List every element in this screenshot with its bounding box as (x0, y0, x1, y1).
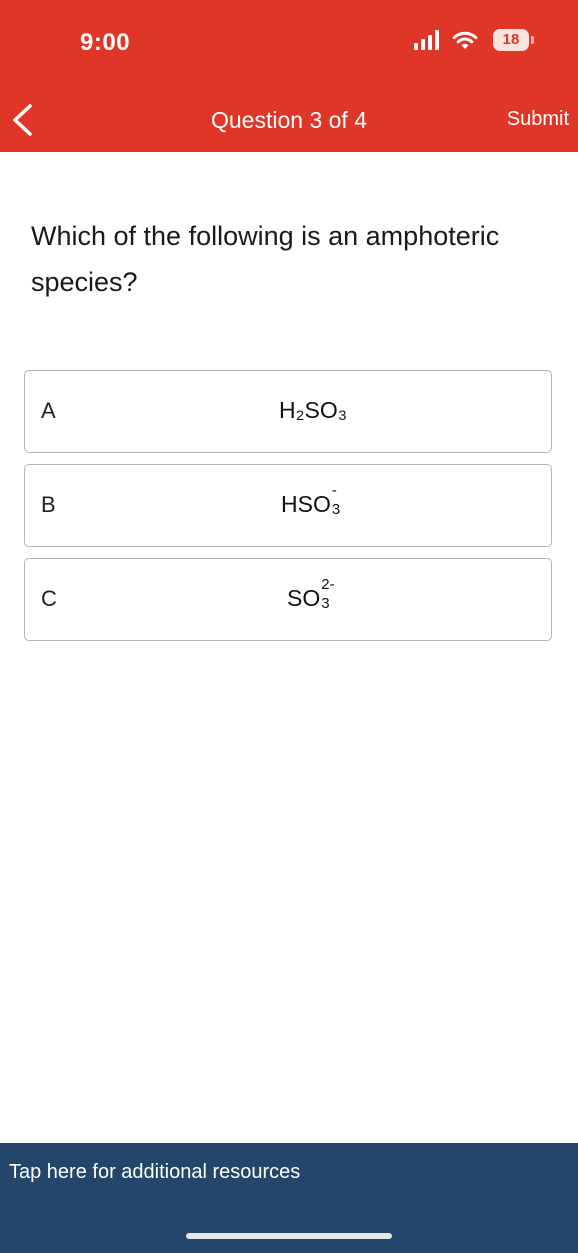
formula-superscript: 2- (321, 576, 335, 593)
formula-subscript: 3 (331, 501, 341, 518)
formula-superscript: - (331, 482, 337, 499)
status-time: 9:00 (80, 29, 131, 56)
option-c[interactable]: C SO 2- 3 (24, 558, 552, 641)
option-a[interactable]: A H₂SO₃ (24, 370, 552, 453)
option-formula: SO 2- 3 (287, 576, 335, 612)
submit-button[interactable]: Submit (507, 108, 569, 131)
app-header: 9:00 18 Question 3 of 4 Submit (0, 0, 578, 152)
option-formula: H₂SO₃ (279, 397, 348, 423)
battery-cap (531, 36, 534, 44)
wifi-icon (452, 31, 478, 49)
home-indicator (186, 1233, 392, 1239)
formula-subscript: 3 (321, 595, 330, 612)
signal-bars-icon (414, 30, 439, 50)
option-letter: B (41, 492, 56, 517)
option-formula: HSO - 3 (281, 482, 341, 518)
formula-base: SO (287, 585, 321, 611)
page-title: Question 3 of 4 (0, 107, 578, 134)
battery-level: 18 (493, 29, 529, 51)
option-letter: A (41, 398, 56, 423)
question-text: Which of the following is an amphoteric … (31, 221, 500, 297)
option-letter: C (41, 586, 57, 611)
page-title-text: Question 3 of 4 (211, 107, 367, 133)
option-b[interactable]: B HSO - 3 (24, 464, 552, 547)
battery-icon: 18 (493, 29, 535, 51)
formula-base: HSO (281, 491, 331, 517)
additional-resources-link[interactable]: Tap here for additional resources (9, 1161, 300, 1184)
